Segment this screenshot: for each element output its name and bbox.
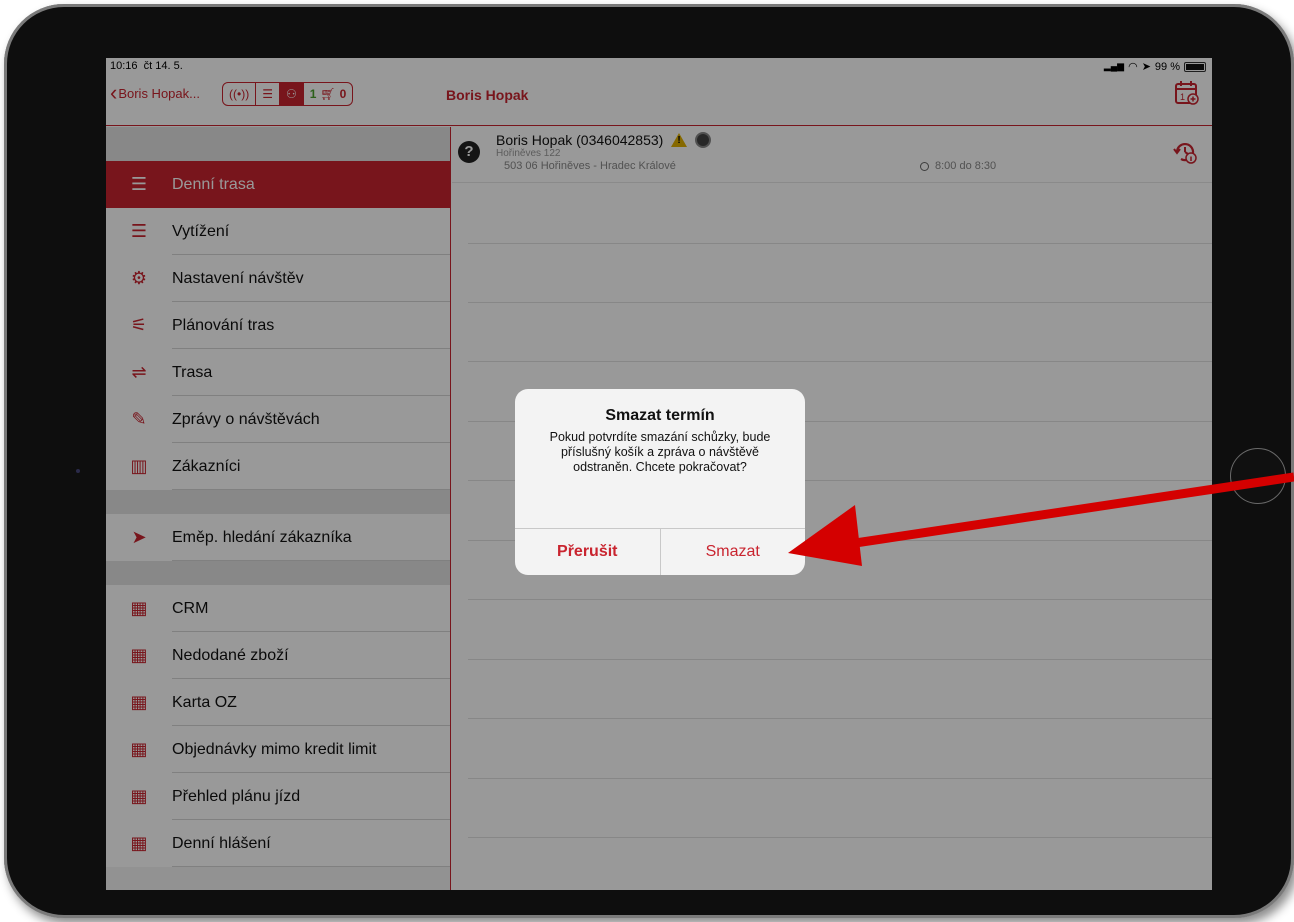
cancel-button[interactable]: Přerušit bbox=[515, 529, 661, 575]
front-camera bbox=[76, 469, 80, 473]
delete-appointment-alert: Smazat termín Pokud potvrdíte smazání sc… bbox=[515, 389, 805, 575]
delete-button[interactable]: Smazat bbox=[661, 529, 806, 575]
home-button[interactable] bbox=[1230, 448, 1286, 504]
alert-buttons: Přerušit Smazat bbox=[515, 528, 805, 575]
alert-message: Pokud potvrdíte smazání schůzky, bude př… bbox=[549, 430, 771, 474]
alert-title: Smazat termín bbox=[605, 407, 715, 424]
screen: 10:16 čt 14. 5. ▂▄▆ ◠ ➤ 99 % ‹ Boris Hop… bbox=[106, 58, 1212, 890]
